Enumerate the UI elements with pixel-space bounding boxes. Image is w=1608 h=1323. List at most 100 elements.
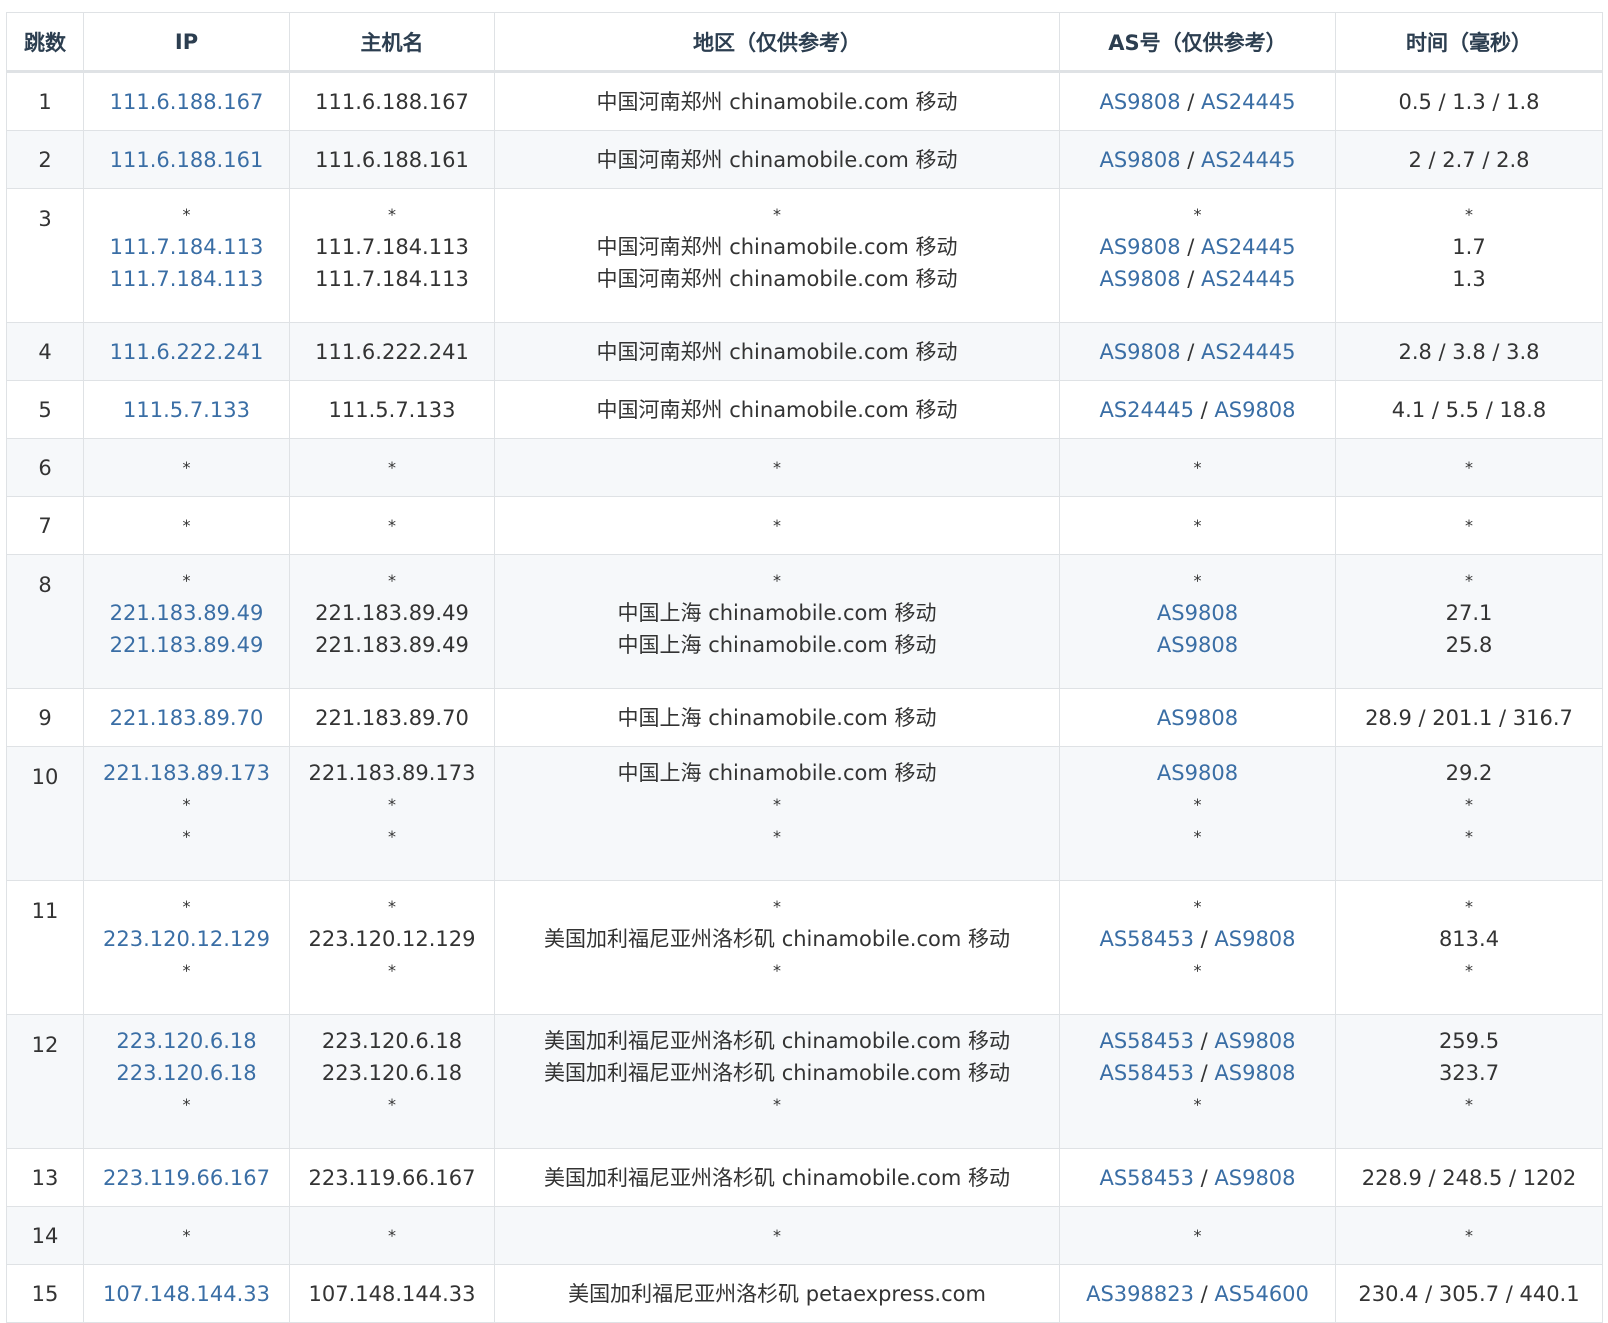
hostname-cell: 111.6.222.241 (289, 322, 495, 381)
ip-link[interactable]: 111.7.184.113 (84, 231, 289, 263)
region-text: 美国加利福尼亚州洛杉矶 chinamobile.com 移动 (544, 927, 1010, 951)
asn-link[interactable]: AS24445 (1201, 235, 1296, 259)
asn-link[interactable]: AS24445 (1201, 148, 1296, 172)
region-cell: 美国加利福尼亚州洛杉矶 chinamobile.com 移动 (494, 1148, 1060, 1207)
ip-link[interactable]: 221.183.89.49 (84, 629, 289, 661)
ip-link-empty: * (182, 515, 191, 535)
hop-cell: 9 (6, 688, 84, 747)
ip-link[interactable]: 221.183.89.49 (84, 597, 289, 629)
ip-link-empty: * (182, 1225, 191, 1245)
time-text-empty: * (1465, 1095, 1473, 1114)
asn-separator: / (1180, 89, 1202, 114)
asn-link[interactable]: AS24445 (1201, 90, 1296, 114)
ip-link[interactable]: 223.120.12.129 (84, 923, 289, 955)
ip-link[interactable]: 111.6.188.161 (84, 144, 289, 176)
time-text-empty: * (1465, 1225, 1473, 1245)
asn-link[interactable]: AS9808 (1214, 1166, 1295, 1190)
asn-cell: AS9808 / AS24445 (1059, 71, 1336, 131)
asn-link[interactable]: AS9808 (1214, 1061, 1295, 1085)
ip-link[interactable]: 223.120.6.18 (84, 1057, 289, 1089)
time-text: 230.4 / 305.7 / 440.1 (1358, 1281, 1580, 1306)
asn-cell: AS58453 / AS9808 (1059, 1148, 1336, 1207)
header-row: 跳数 IP 主机名 地区（仅供参考） AS号（仅供参考） 时间（毫秒） (6, 12, 1603, 73)
asn-link[interactable]: AS9808 (1099, 90, 1180, 114)
hop-cell: 14 (6, 1206, 84, 1265)
hostname-cell: * 221.183.89.49 221.183.89.49 (289, 554, 495, 689)
asn-link[interactable]: AS9808 (1099, 340, 1180, 364)
asn-link[interactable]: AS58453 (1099, 1061, 1194, 1085)
region-text: 中国河南郑州 chinamobile.com 移动 (596, 267, 958, 291)
asn-cell: * (1059, 496, 1336, 555)
asn-cell: AS9808 / AS24445 (1059, 322, 1336, 381)
asn-separator: / (1180, 267, 1202, 291)
asn-link[interactable]: AS58453 (1099, 1166, 1194, 1190)
asn-link[interactable]: AS54600 (1214, 1282, 1309, 1306)
asn-link[interactable]: AS9808 (1157, 601, 1238, 625)
ip-link[interactable]: 107.148.144.33 (84, 1278, 289, 1310)
ip-cell: 223.119.66.167 (83, 1148, 290, 1207)
hostname-text-empty: * (388, 795, 396, 814)
hostname-text: 221.183.89.70 (315, 705, 469, 730)
asn-link[interactable]: AS9808 (1157, 706, 1238, 730)
asn-separator: / (1193, 927, 1215, 951)
ip-cell: * 221.183.89.49 221.183.89.49 (83, 554, 290, 689)
asn-link[interactable]: AS9808 (1214, 398, 1295, 422)
hostname-text-empty: * (388, 1225, 396, 1245)
asn-empty: * (1193, 457, 1202, 477)
asn-link[interactable]: AS58453 (1099, 1029, 1194, 1053)
asn-link[interactable]: AS9808 (1214, 927, 1295, 951)
region-text-empty: * (773, 515, 781, 535)
asn-link[interactable]: AS398823 (1086, 1282, 1194, 1306)
time-text: 27.1 (1445, 601, 1493, 625)
hostname-text: 111.6.188.161 (315, 147, 469, 172)
asn-line: AS9808 / AS24445 (1060, 336, 1335, 368)
asn-link[interactable]: AS9808 (1099, 148, 1180, 172)
hop-cell: 2 (6, 130, 84, 189)
ip-link[interactable]: 111.7.184.113 (84, 263, 289, 295)
region-cell: * (494, 438, 1060, 497)
asn-link[interactable]: AS9808 (1099, 235, 1180, 259)
time-text: 1.7 (1452, 235, 1486, 259)
region-cell: * 中国上海 chinamobile.com 移动 中国上海 chinamobile… (494, 554, 1060, 689)
hostname-text-empty: * (388, 961, 396, 980)
asn-link[interactable]: AS24445 (1099, 398, 1194, 422)
ip-cell: * (83, 1206, 290, 1265)
header-hostname: 主机名 (289, 12, 495, 73)
hostname-text-empty: * (388, 457, 396, 477)
asn-link[interactable]: AS58453 (1099, 927, 1194, 951)
ip-link[interactable]: 223.120.6.18 (84, 1025, 289, 1057)
asn-link[interactable]: AS9808 (1157, 633, 1238, 657)
time-cell: 2 / 2.7 / 2.8 (1335, 130, 1603, 189)
time-cell: * (1335, 496, 1603, 555)
asn-link[interactable]: AS9808 (1157, 761, 1238, 785)
region-text: 中国上海 chinamobile.com 移动 (617, 633, 937, 657)
hostname-text-empty: * (388, 897, 396, 916)
ip-link-empty: * (182, 795, 191, 814)
ip-link[interactable]: 221.183.89.70 (84, 702, 289, 734)
asn-link[interactable]: AS9808 (1214, 1029, 1295, 1053)
region-cell: 中国上海 chinamobile.com 移动 (494, 688, 1060, 747)
ip-link[interactable]: 221.183.89.173 (84, 757, 289, 789)
time-text: 323.7 (1438, 1061, 1500, 1085)
time-cell: 28.9 / 201.1 / 316.7 (1335, 688, 1603, 747)
asn-separator: / (1193, 1061, 1215, 1085)
ip-cell: * (83, 438, 290, 497)
ip-link[interactable]: 111.6.188.167 (84, 86, 289, 118)
region-text-empty: * (773, 205, 781, 224)
region-text: 中国河南郑州 chinamobile.com 移动 (596, 397, 958, 422)
time-cell: 230.4 / 305.7 / 440.1 (1335, 1264, 1603, 1323)
ip-link[interactable]: 111.5.7.133 (84, 394, 289, 426)
asn-link[interactable]: AS24445 (1201, 267, 1296, 291)
region-text: 中国河南郑州 chinamobile.com 移动 (596, 147, 958, 172)
asn-empty: * (1193, 961, 1202, 980)
ip-link[interactable]: 111.6.222.241 (84, 336, 289, 368)
region-cell: * 中国河南郑州 chinamobile.com 移动 中国河南郑州 chinamo… (494, 188, 1060, 323)
asn-link[interactable]: AS9808 (1099, 267, 1180, 291)
time-text-empty: * (1465, 897, 1473, 916)
ip-link[interactable]: 223.119.66.167 (84, 1162, 289, 1194)
region-cell: 中国河南郑州 chinamobile.com 移动 (494, 130, 1060, 189)
hop-cell: 1 (6, 71, 84, 131)
region-cell: 中国河南郑州 chinamobile.com 移动 (494, 380, 1060, 439)
table-row: 15 107.148.144.33 107.148.144.33 美国加利福尼亚州洛杉… (6, 1264, 1603, 1323)
asn-link[interactable]: AS24445 (1201, 340, 1296, 364)
